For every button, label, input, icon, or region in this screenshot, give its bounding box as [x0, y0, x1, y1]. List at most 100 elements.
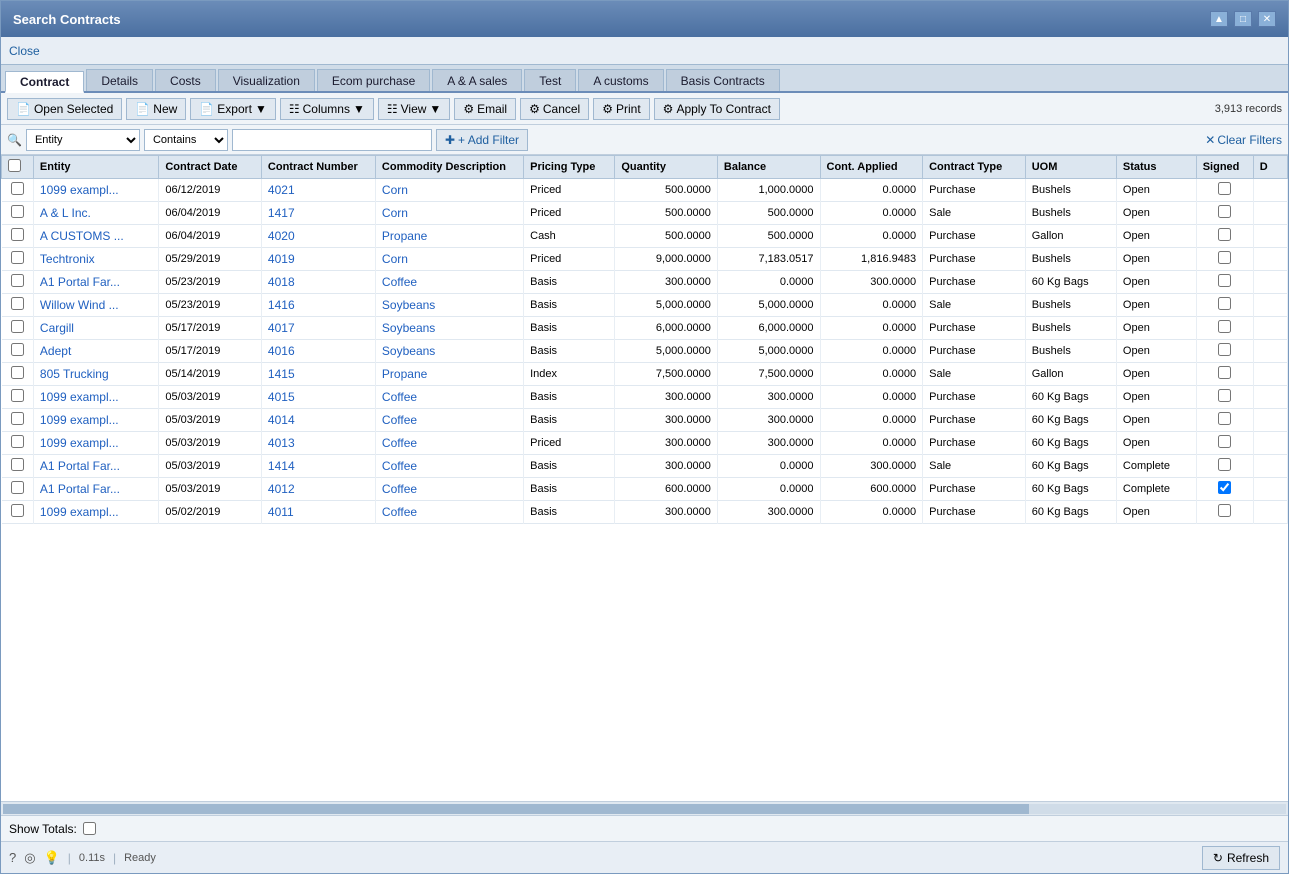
tab-test[interactable]: Test — [524, 69, 576, 91]
col-header-entity[interactable]: Entity — [33, 156, 158, 179]
contract-number-link[interactable]: 1414 — [268, 459, 295, 473]
col-header-number[interactable]: Contract Number — [261, 156, 375, 179]
commodity-link[interactable]: Soybeans — [382, 344, 435, 358]
signed-checkbox[interactable] — [1218, 297, 1231, 310]
new-button[interactable]: 📄 New — [126, 98, 186, 120]
tab-ecom[interactable]: Ecom purchase — [317, 69, 430, 91]
close-link[interactable]: Close — [9, 44, 40, 58]
signed-checkbox[interactable] — [1218, 343, 1231, 356]
signed-checkbox[interactable] — [1218, 251, 1231, 264]
contract-number-link[interactable]: 4014 — [268, 413, 295, 427]
horizontal-scrollbar[interactable] — [1, 801, 1288, 815]
row-checkbox[interactable] — [11, 228, 24, 241]
col-header-d[interactable]: D — [1253, 156, 1287, 179]
commodity-link[interactable]: Coffee — [382, 390, 417, 404]
row-checkbox[interactable] — [11, 366, 24, 379]
signed-checkbox[interactable] — [1218, 228, 1231, 241]
row-checkbox[interactable] — [11, 343, 24, 356]
contract-number-link[interactable]: 1415 — [268, 367, 295, 381]
select-all-checkbox[interactable] — [8, 159, 21, 172]
commodity-link[interactable]: Soybeans — [382, 298, 435, 312]
commodity-link[interactable]: Corn — [382, 252, 408, 266]
commodity-link[interactable]: Coffee — [382, 459, 417, 473]
commodity-link[interactable]: Corn — [382, 206, 408, 220]
filter-field-select[interactable]: Entity Contract Date Contract Number — [26, 129, 140, 151]
row-checkbox[interactable] — [11, 435, 24, 448]
table-scroll-area[interactable]: Entity Contract Date Contract Number Com… — [1, 155, 1288, 801]
tab-acustoms[interactable]: A customs — [578, 69, 663, 91]
contract-number-link[interactable]: 4012 — [268, 482, 295, 496]
entity-link[interactable]: Techtronix — [40, 252, 95, 266]
commodity-link[interactable]: Coffee — [382, 482, 417, 496]
row-checkbox[interactable] — [11, 412, 24, 425]
col-header-check[interactable] — [2, 156, 34, 179]
row-checkbox[interactable] — [11, 297, 24, 310]
row-checkbox[interactable] — [11, 205, 24, 218]
open-selected-button[interactable]: 📄 Open Selected — [7, 98, 122, 120]
commodity-link[interactable]: Coffee — [382, 505, 417, 519]
entity-link[interactable]: Willow Wind ... — [40, 298, 119, 312]
contract-number-link[interactable]: 1416 — [268, 298, 295, 312]
tab-basis[interactable]: Basis Contracts — [666, 69, 780, 91]
bulb-icon[interactable]: 💡 — [44, 850, 60, 866]
tab-visualization[interactable]: Visualization — [218, 69, 315, 91]
entity-link[interactable]: A1 Portal Far... — [40, 482, 120, 496]
show-totals-checkbox[interactable] — [83, 822, 96, 835]
minimize-button[interactable]: ▲ — [1210, 11, 1228, 27]
row-checkbox[interactable] — [11, 274, 24, 287]
view-button[interactable]: ☷ View ▼ — [378, 98, 450, 120]
signed-checkbox[interactable] — [1218, 435, 1231, 448]
commodity-link[interactable]: Coffee — [382, 436, 417, 450]
maximize-button[interactable]: □ — [1234, 11, 1252, 27]
entity-link[interactable]: A & L Inc. — [40, 206, 91, 220]
contract-number-link[interactable]: 4017 — [268, 321, 295, 335]
contract-number-link[interactable]: 4018 — [268, 275, 295, 289]
close-button[interactable]: ✕ — [1258, 11, 1276, 27]
row-checkbox[interactable] — [11, 389, 24, 402]
row-checkbox[interactable] — [11, 251, 24, 264]
filter-operator-select[interactable]: Contains Equals Starts With — [144, 129, 228, 151]
tab-aasales[interactable]: A & A sales — [432, 69, 522, 91]
signed-checkbox[interactable] — [1218, 389, 1231, 402]
globe-icon[interactable]: ◎ — [24, 850, 35, 866]
contract-number-link[interactable]: 4013 — [268, 436, 295, 450]
entity-link[interactable]: 1099 exampl... — [40, 390, 119, 404]
col-header-pricing[interactable]: Pricing Type — [524, 156, 615, 179]
columns-button[interactable]: ☷ Columns ▼ — [280, 98, 374, 120]
clear-filters-button[interactable]: ✕ Clear Filters — [1205, 133, 1282, 147]
email-button[interactable]: ⚙ Email — [454, 98, 516, 120]
help-icon[interactable]: ? — [9, 850, 16, 865]
filter-value-input[interactable] — [232, 129, 432, 151]
col-header-contract-type[interactable]: Contract Type — [923, 156, 1026, 179]
apply-to-contract-button[interactable]: ⚙ Apply To Contract — [654, 98, 780, 120]
col-header-quantity[interactable]: Quantity — [615, 156, 718, 179]
commodity-link[interactable]: Soybeans — [382, 321, 435, 335]
row-checkbox[interactable] — [11, 504, 24, 517]
col-header-balance[interactable]: Balance — [717, 156, 820, 179]
entity-link[interactable]: Adept — [40, 344, 71, 358]
signed-checkbox[interactable] — [1218, 412, 1231, 425]
entity-link[interactable]: 1099 exampl... — [40, 413, 119, 427]
add-filter-button[interactable]: ✚ + Add Filter — [436, 129, 528, 151]
entity-link[interactable]: A1 Portal Far... — [40, 459, 120, 473]
signed-checkbox[interactable] — [1218, 182, 1231, 195]
refresh-button[interactable]: ↻ Refresh — [1202, 846, 1280, 870]
commodity-link[interactable]: Propane — [382, 367, 427, 381]
signed-checkbox[interactable] — [1218, 458, 1231, 471]
col-header-date[interactable]: Contract Date — [159, 156, 262, 179]
signed-checkbox[interactable] — [1218, 205, 1231, 218]
entity-link[interactable]: Cargill — [40, 321, 74, 335]
contract-number-link[interactable]: 4019 — [268, 252, 295, 266]
commodity-link[interactable]: Coffee — [382, 275, 417, 289]
cancel-button[interactable]: ⚙ Cancel — [520, 98, 589, 120]
col-header-applied[interactable]: Cont. Applied — [820, 156, 923, 179]
tab-contract[interactable]: Contract — [5, 71, 84, 93]
row-checkbox[interactable] — [11, 458, 24, 471]
commodity-link[interactable]: Propane — [382, 229, 427, 243]
signed-checkbox[interactable] — [1218, 320, 1231, 333]
signed-checkbox[interactable] — [1218, 274, 1231, 287]
entity-link[interactable]: 805 Trucking — [40, 367, 109, 381]
contract-number-link[interactable]: 1417 — [268, 206, 295, 220]
entity-link[interactable]: A CUSTOMS ... — [40, 229, 124, 243]
export-button[interactable]: 📄 Export ▼ — [190, 98, 276, 120]
